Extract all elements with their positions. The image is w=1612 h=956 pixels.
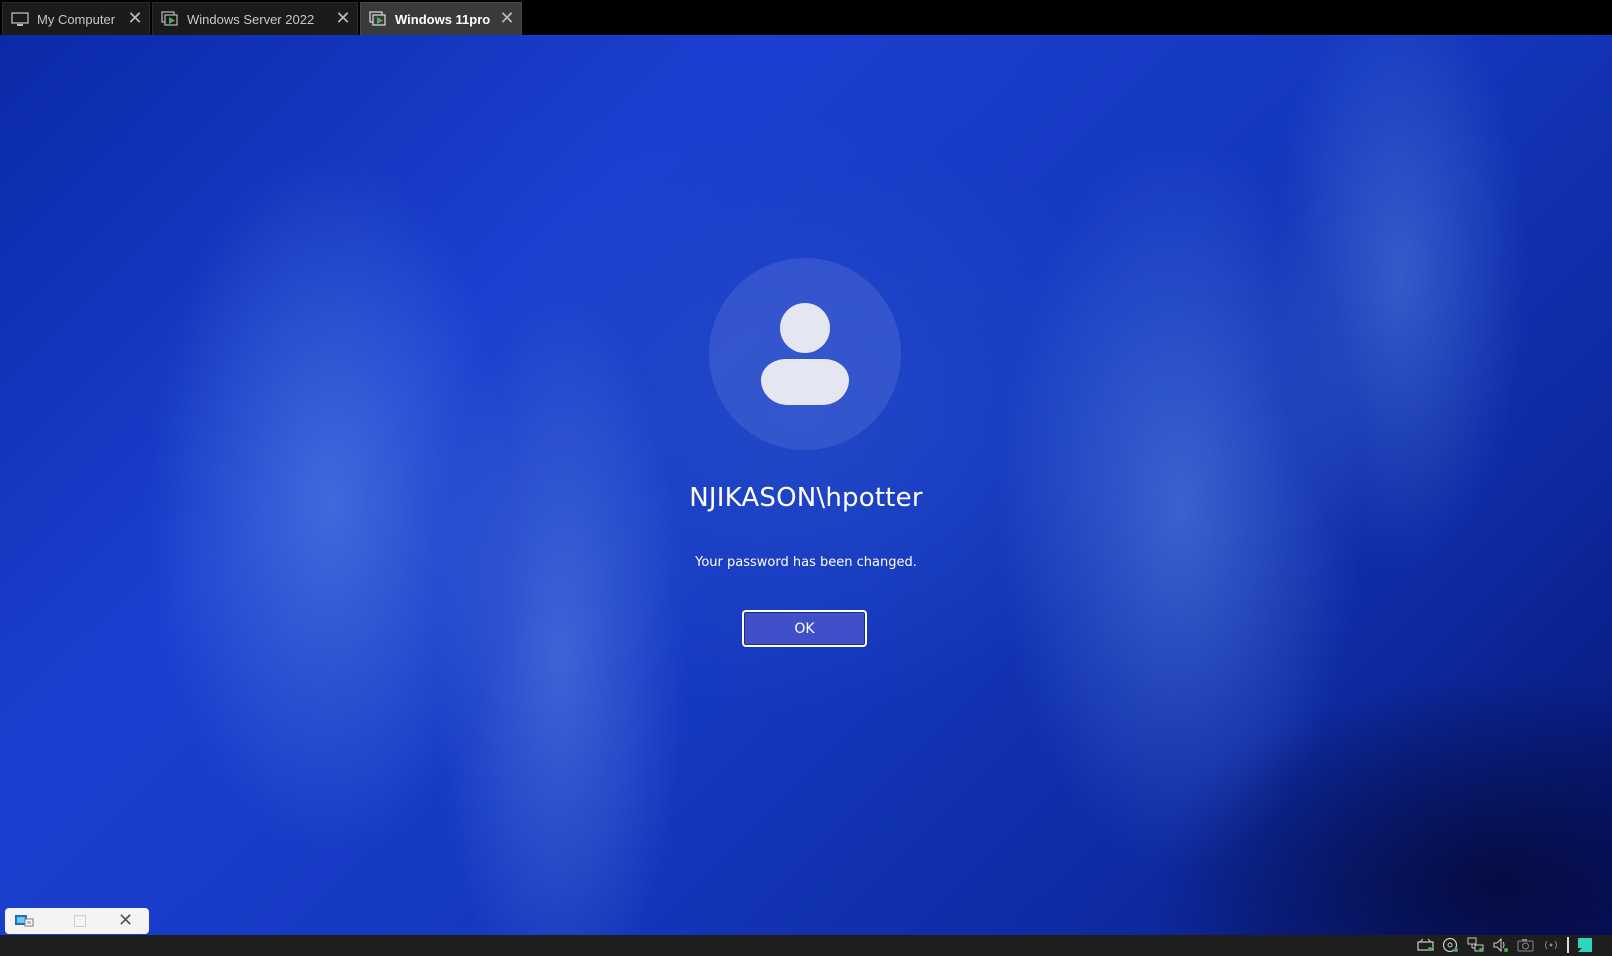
status-bar	[0, 935, 1612, 956]
close-icon[interactable]: ✕	[118, 910, 133, 931]
separator	[1567, 937, 1569, 953]
close-icon[interactable]: ✕	[335, 9, 351, 27]
status-message: Your password has been changed.	[695, 555, 917, 570]
tab-label: My Computer	[37, 11, 116, 27]
vm-mini-toolbar: ✕	[5, 908, 149, 934]
hard-disk-icon[interactable]	[1417, 937, 1435, 953]
camera-icon[interactable]	[1517, 937, 1535, 953]
vm-running-icon	[161, 11, 181, 27]
wireless-icon[interactable]	[1542, 937, 1560, 953]
vm-display[interactable]: NJIKASON\hpotter Your password has been …	[0, 35, 1612, 935]
vm-running-icon	[369, 11, 389, 27]
tab-bar: My Computer ✕ Windows Server 2022 ✕ Wind…	[0, 0, 1612, 35]
tab-windows-server-2022[interactable]: Windows Server 2022 ✕	[152, 2, 358, 35]
ok-button[interactable]: OK	[742, 610, 867, 647]
message-icon[interactable]	[1576, 937, 1594, 953]
tab-label: Windows 11pro	[395, 11, 491, 27]
close-icon[interactable]: ✕	[499, 9, 515, 27]
user-avatar	[709, 258, 901, 450]
close-icon[interactable]: ✕	[127, 9, 143, 27]
tab-label: Windows Server 2022	[187, 11, 315, 27]
restore-icon[interactable]	[74, 915, 86, 927]
vm-console-icon[interactable]	[14, 913, 36, 934]
username: NJIKASON\hpotter	[689, 483, 923, 513]
user-avatar-body	[761, 359, 849, 405]
monitor-icon	[11, 11, 31, 27]
network-icon[interactable]	[1467, 937, 1485, 953]
sound-icon[interactable]	[1492, 937, 1510, 953]
user-avatar-head	[780, 303, 830, 353]
cd-dvd-icon[interactable]	[1442, 937, 1460, 953]
tab-windows-11pro[interactable]: Windows 11pro ✕	[360, 2, 522, 35]
tab-my-computer[interactable]: My Computer ✕	[2, 2, 150, 35]
